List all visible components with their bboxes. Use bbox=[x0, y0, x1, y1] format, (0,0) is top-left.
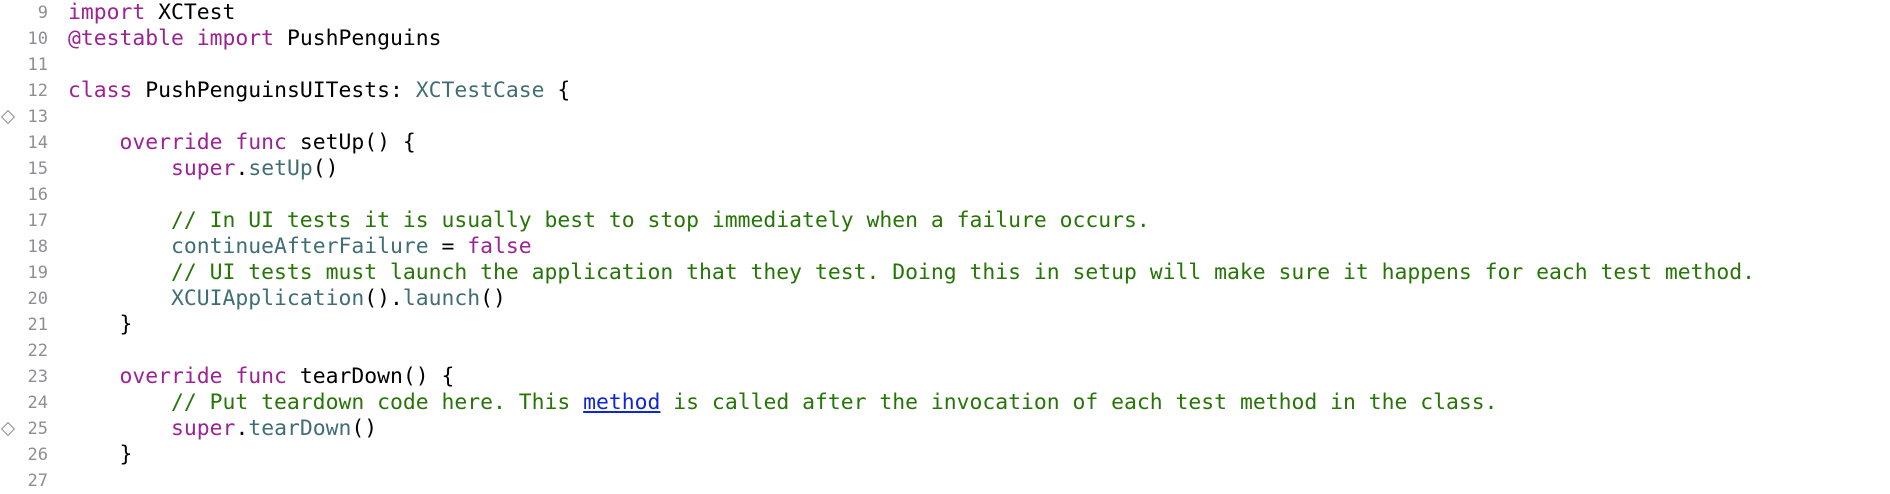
line-number[interactable]: 11 bbox=[0, 52, 48, 78]
code-text[interactable]: // In UI tests it is usually best to sto… bbox=[68, 208, 1150, 234]
code-line[interactable]: 9 import XCTest bbox=[0, 0, 1890, 26]
line-number[interactable]: 12 bbox=[0, 78, 48, 104]
code-text[interactable]: super.setUp() bbox=[68, 156, 339, 182]
code-line[interactable]: 17 // In UI tests it is usually best to … bbox=[0, 208, 1890, 234]
line-number[interactable]: 22 bbox=[0, 338, 48, 364]
code-token: setUp bbox=[248, 156, 313, 181]
line-number[interactable]: 27 bbox=[0, 468, 48, 494]
code-token: tearDown() { bbox=[286, 364, 455, 389]
line-number[interactable]: 17 bbox=[0, 208, 48, 234]
code-token: } bbox=[68, 442, 133, 467]
code-line[interactable]: 20 XCUIApplication().launch() bbox=[0, 286, 1890, 312]
code-line[interactable]: 23 override func tearDown() { bbox=[0, 364, 1890, 390]
code-token: } bbox=[68, 312, 133, 337]
code-token: // Put teardown code here. This bbox=[68, 390, 584, 415]
code-text[interactable]: XCUIApplication().launch() bbox=[68, 286, 506, 312]
code-text[interactable]: } bbox=[68, 442, 133, 468]
code-line[interactable]: 14 override func setUp() { bbox=[0, 130, 1890, 156]
line-number[interactable]: 18 bbox=[0, 234, 48, 260]
line-number[interactable]: 10 bbox=[0, 26, 48, 52]
code-line[interactable]: 22 bbox=[0, 338, 1890, 364]
code-line[interactable]: 19 // UI tests must launch the applicati… bbox=[0, 260, 1890, 286]
code-line[interactable]: 24 // Put teardown code here. This metho… bbox=[0, 390, 1890, 416]
code-token: import bbox=[68, 0, 146, 25]
line-number[interactable]: 14 bbox=[0, 130, 48, 156]
code-text[interactable]: } bbox=[68, 312, 133, 338]
code-text[interactable]: // UI tests must launch the application … bbox=[68, 260, 1755, 286]
code-token: override func bbox=[119, 364, 287, 389]
code-token: PushPenguinsUITests: bbox=[132, 78, 416, 103]
line-number[interactable]: 19 bbox=[0, 260, 48, 286]
code-token: () bbox=[351, 416, 378, 441]
code-token: false bbox=[467, 234, 532, 259]
code-line[interactable]: 10 @testable import PushPenguins bbox=[0, 26, 1890, 52]
code-line[interactable]: 12 class PushPenguinsUITests: XCTestCase … bbox=[0, 78, 1890, 104]
code-token: () bbox=[480, 286, 506, 311]
line-number[interactable]: 15 bbox=[0, 156, 48, 182]
code-token: XCTest bbox=[145, 0, 236, 25]
code-token: XCTestCase bbox=[415, 78, 545, 103]
doc-link[interactable]: method bbox=[583, 390, 660, 415]
code-text[interactable]: @testable import PushPenguins bbox=[68, 26, 441, 52]
line-number[interactable]: 20 bbox=[0, 286, 48, 312]
code-line[interactable]: 15 super.setUp() bbox=[0, 156, 1890, 182]
line-number[interactable]: 23 bbox=[0, 364, 48, 390]
code-token: tearDown bbox=[248, 416, 352, 441]
code-token: class bbox=[68, 78, 133, 103]
code-token: XCUIApplication bbox=[171, 286, 365, 311]
code-token: // In UI tests it is usually best to sto… bbox=[68, 208, 1150, 233]
line-number[interactable]: 16 bbox=[0, 182, 48, 208]
code-token: = bbox=[428, 234, 468, 259]
code-token: super bbox=[171, 416, 236, 441]
code-line[interactable]: 16 bbox=[0, 182, 1890, 208]
code-line[interactable]: 21 } bbox=[0, 312, 1890, 338]
code-text[interactable]: super.tearDown() bbox=[68, 416, 377, 442]
code-token: setUp() { bbox=[286, 130, 416, 155]
code-line[interactable]: 11 bbox=[0, 52, 1890, 78]
code-text[interactable]: // Put teardown code here. This method i… bbox=[68, 390, 1498, 416]
line-number[interactable]: 26 bbox=[0, 442, 48, 468]
code-line[interactable]: 26 } bbox=[0, 442, 1890, 468]
code-token: { bbox=[544, 78, 571, 103]
code-token: . bbox=[235, 416, 249, 441]
code-line[interactable]: 18 continueAfterFailure = false bbox=[0, 234, 1890, 260]
line-number[interactable]: 21 bbox=[0, 312, 48, 338]
code-token: // UI tests must launch the application … bbox=[68, 260, 1756, 285]
code-token: launch bbox=[402, 286, 481, 311]
code-token: override func bbox=[119, 130, 287, 155]
code-token: (). bbox=[364, 286, 403, 311]
code-token: @testable import bbox=[68, 26, 275, 51]
code-token: . bbox=[235, 156, 249, 181]
code-text[interactable]: import XCTest bbox=[68, 0, 235, 26]
line-number[interactable]: 24 bbox=[0, 390, 48, 416]
code-token: is called after the invocation of each t… bbox=[660, 390, 1498, 415]
code-token: continueAfterFailure bbox=[171, 234, 429, 259]
code-editor[interactable]: 9 import XCTest 10 @testable import PushPen… bbox=[0, 0, 1890, 491]
code-text[interactable]: class PushPenguinsUITests: XCTestCase { bbox=[68, 78, 570, 104]
code-token: super bbox=[171, 156, 236, 181]
line-number[interactable]: 9 bbox=[0, 0, 48, 26]
code-line[interactable]: 27 bbox=[0, 468, 1890, 494]
code-line[interactable]: 13 bbox=[0, 104, 1890, 130]
code-line[interactable]: 25 super.tearDown() bbox=[0, 416, 1890, 442]
code-text[interactable]: continueAfterFailure = false bbox=[68, 234, 532, 260]
code-text[interactable]: override func setUp() { bbox=[68, 130, 416, 156]
code-token: () bbox=[312, 156, 339, 181]
code-token: PushPenguins bbox=[274, 26, 442, 51]
code-text[interactable]: override func tearDown() { bbox=[68, 364, 455, 390]
